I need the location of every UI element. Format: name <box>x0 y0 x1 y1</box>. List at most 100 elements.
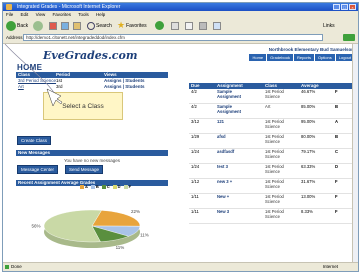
vertical-scrollbar[interactable] <box>352 44 358 265</box>
pie-label-b: 11% <box>140 232 149 237</box>
assignment-link[interactable]: New 3 <box>217 209 249 215</box>
tab-options[interactable]: Options <box>314 54 335 61</box>
menu-tools[interactable]: Tools <box>78 12 89 17</box>
assignment-link[interactable]: 121 <box>217 119 249 125</box>
edit-icon <box>213 21 221 30</box>
forward-button[interactable] <box>33 20 43 31</box>
send-message-button[interactable]: Send Message <box>65 165 104 174</box>
home-icon <box>73 21 81 30</box>
print-button[interactable] <box>199 20 207 31</box>
media-button[interactable] <box>155 20 164 31</box>
stop-icon <box>49 21 57 30</box>
assignment-link[interactable]: test 3 <box>217 164 249 170</box>
assignment-average: 13.00% <box>301 194 316 199</box>
assignment-link[interactable]: asdfasdf <box>217 149 249 155</box>
menu-favorites[interactable]: Favorites <box>53 12 72 17</box>
assignment-class: 1st Period Science <box>265 164 284 174</box>
assignment-link[interactable]: New + <box>217 194 249 200</box>
tab-reports[interactable]: Reports <box>293 54 314 61</box>
assignment-average: 8.33% <box>301 209 313 214</box>
menu-help[interactable]: Help <box>96 12 105 17</box>
assignment-link[interactable]: new 3 + <box>217 179 249 185</box>
tab-home[interactable]: Home <box>249 54 267 61</box>
search-button[interactable]: Search <box>87 20 112 31</box>
messages-header: New Messages <box>16 150 168 156</box>
assignment-class: 1st Period Science <box>265 119 284 129</box>
links-button[interactable]: Links <box>323 20 335 31</box>
status-bar: Done Internet <box>3 262 358 271</box>
minimize-button[interactable]: _ <box>333 4 340 10</box>
assignment-grade: B <box>335 104 339 109</box>
address-input[interactable]: http://demo1.cltonett.net/integradeddod/… <box>23 34 323 41</box>
legend-item: F <box>123 184 131 189</box>
mail-icon <box>185 21 193 30</box>
tab-gradebook[interactable]: Gradebook <box>267 54 293 61</box>
assignment-class: 1st Period Science <box>265 134 284 144</box>
stop-button[interactable] <box>49 20 57 31</box>
legend-item: B <box>90 184 99 189</box>
print-icon <box>199 21 207 30</box>
favorites-button[interactable]: ★ Favorites <box>117 20 147 31</box>
browser-window: Integrated Grades - Microsoft Internet E… <box>2 2 359 272</box>
site-tabs: Home Gradebook Reports Options Logout <box>249 54 354 61</box>
menu-edit[interactable]: Edit <box>21 12 29 17</box>
assignment-average: 85.00% <box>301 104 316 109</box>
assignment-row: 1/24 asdfasdf 1st Period Science 79.17% C <box>189 149 354 164</box>
history-icon <box>171 21 179 30</box>
toolbar: Back Search ★ Favorites Links <box>3 18 358 34</box>
assignment-row: 1/24 test 3 1st Period Science 63.33% D <box>189 164 354 179</box>
message-center-button[interactable]: Message Center <box>17 165 59 174</box>
assignment-grade: B <box>335 134 339 139</box>
back-arrow-icon <box>6 20 16 31</box>
messages-section: New Messages You have no new messages <box>16 150 168 163</box>
go-button[interactable] <box>343 34 355 41</box>
school-name: Northbrook Elementary Bud Samuelson <box>268 47 354 52</box>
grades-pie-chart: 22% 11% 11% 56% <box>31 209 149 250</box>
assignments-rows: 4/2 Sample Assignment 1st Period Science 46… <box>189 89 354 224</box>
window-controls: _ □ × <box>333 4 356 10</box>
assignment-row: 3/12 121 1st Period Science 95.00% A <box>189 119 354 134</box>
close-button[interactable]: × <box>349 4 356 10</box>
grades-chart-section: Recent Assignment Average Grades A B C D… <box>16 180 168 260</box>
assignment-due: 1/12 <box>191 179 200 184</box>
assignment-due: 4/2 <box>191 104 197 109</box>
pie-label-f: 56% <box>31 224 40 229</box>
legend-item: D <box>112 184 121 189</box>
assignment-due: 1/24 <box>191 164 200 169</box>
assignment-class: 1st Period Science <box>265 89 284 99</box>
zone-text: Internet <box>322 264 338 269</box>
assignment-due: 1/29 <box>191 134 200 139</box>
assignment-row: 1/11 New 3 1st Period Science 8.33% F <box>189 209 354 224</box>
assignment-grade: C <box>335 149 339 154</box>
window-title: Integrated Grades - Microsoft Internet E… <box>17 4 121 10</box>
class-views-link[interactable]: Assigns | Students <box>104 84 145 90</box>
home-button[interactable] <box>73 20 81 31</box>
edit-button[interactable] <box>213 20 221 31</box>
media-icon <box>155 21 164 30</box>
back-button[interactable]: Back <box>6 20 28 31</box>
web-page: EveGrades.com Northbrook Elementary Bud … <box>3 44 358 265</box>
create-class-button[interactable]: Create Class <box>17 136 52 145</box>
assignment-average: 79.17% <box>301 149 316 154</box>
status-text: Done <box>11 264 22 269</box>
assignment-class: 1st Period Science <box>265 179 284 189</box>
assignment-link[interactable]: afsd <box>217 134 249 140</box>
assignment-link[interactable]: Sample Assignment <box>217 104 249 114</box>
menu-view[interactable]: View <box>36 12 46 17</box>
assignment-link[interactable]: Sample Assignment <box>217 89 249 99</box>
mail-button[interactable] <box>185 20 193 31</box>
class-link[interactable]: Art <box>18 84 24 90</box>
assignment-due: 1/11 <box>191 209 199 214</box>
search-icon <box>87 21 95 30</box>
assignment-due: 1/11 <box>191 194 199 199</box>
maximize-button[interactable]: □ <box>341 4 348 10</box>
assignment-average: 46.67% <box>301 89 316 94</box>
star-icon: ★ <box>117 20 126 30</box>
assignment-grade: D <box>335 164 339 169</box>
history-button[interactable] <box>171 20 179 31</box>
refresh-button[interactable] <box>61 20 69 31</box>
site-logo: EveGrades.com <box>43 49 138 62</box>
pie-label-a: 22% <box>131 209 140 214</box>
assignment-class: 1st Period Science <box>265 209 284 219</box>
menu-file[interactable]: File <box>6 12 13 17</box>
